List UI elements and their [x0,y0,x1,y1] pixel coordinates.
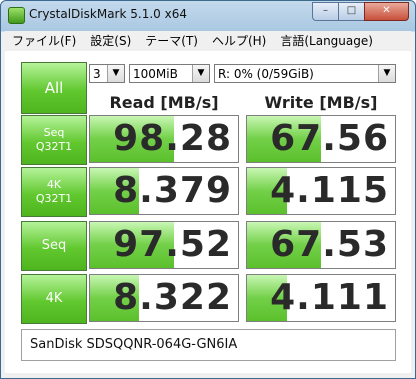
4k-q32t1-read-cell: 8.379 [89,167,239,215]
seq-q32t1-read-cell: 98.28 [89,115,239,163]
read-header: Read [MB/s] [109,93,219,112]
size-value: 100MiB [133,67,178,81]
maximize-button[interactable]: □ [338,2,365,21]
read-value: 8.322 [113,277,232,318]
4k-button[interactable]: 4K [21,274,87,324]
seq-write-cell: 67.53 [246,221,396,269]
menu-help[interactable]: ヘルプ(H) [205,31,273,50]
4k-read-cell: 8.322 [89,274,239,322]
write-value: 4.111 [270,277,389,318]
menu-file[interactable]: ファイル(F) [5,31,83,50]
window-title: CrystalDiskMark 5.1.0 x64 [29,7,187,21]
write-value: 67.53 [270,224,389,265]
menu-settings[interactable]: 設定(S) [83,31,138,50]
seq-q32t1-button[interactable]: Seq Q32T1 [21,115,87,165]
4k-write-cell: 4.111 [246,274,396,322]
seq-q32t1-write-cell: 67.56 [246,115,396,163]
chevron-down-icon: ▼ [378,65,395,82]
benchmark-panel: All 3 ▼ 100MiB ▼ R: 0% (0/59GiB) ▼ Read … [5,51,411,373]
app-icon [8,7,25,24]
row-label-2: Q32T1 [35,192,73,205]
app-window: CrystalDiskMark 5.1.0 x64 – □ ✕ ファイル(F) … [0,0,416,379]
row-label-1: Seq [41,238,67,253]
row-label-1: 4K [45,291,63,306]
row-label-2: Q32T1 [35,140,73,153]
all-button[interactable]: All [21,62,87,114]
4k-q32t1-write-cell: 4.115 [246,167,396,215]
chevron-down-icon: ▼ [107,65,124,82]
write-header: Write [MB/s] [264,93,378,112]
drive-select[interactable]: R: 0% (0/59GiB) ▼ [214,64,396,83]
read-value: 97.52 [113,224,232,265]
menu-language[interactable]: 言語(Language) [273,31,380,50]
close-button[interactable]: ✕ [364,2,409,21]
menu-theme[interactable]: テーマ(T) [138,31,205,50]
4k-q32t1-button[interactable]: 4K Q32T1 [21,167,87,217]
chevron-down-icon: ▼ [192,65,209,82]
row-label-1: 4K [46,178,62,191]
read-value: 98.28 [113,118,232,159]
title-bar[interactable]: CrystalDiskMark 5.1.0 x64 – □ ✕ [1,1,415,29]
write-value: 67.56 [270,118,389,159]
count-select[interactable]: 3 ▼ [89,64,125,83]
drive-value: R: 0% (0/59GiB) [218,67,314,81]
read-value: 8.379 [113,170,232,211]
comment-field[interactable]: SanDisk SDSQQNR-064G-GN6IA [21,329,396,361]
menu-bar: ファイル(F) 設定(S) テーマ(T) ヘルプ(H) 言語(Language) [5,31,411,50]
row-label-1: Seq [43,126,65,139]
window-controls: – □ ✕ [312,2,409,21]
size-select[interactable]: 100MiB ▼ [129,64,210,83]
count-value: 3 [93,67,101,81]
minimize-button[interactable]: – [312,2,339,21]
write-value: 4.115 [270,170,389,211]
seq-read-cell: 97.52 [89,221,239,269]
seq-button[interactable]: Seq [21,221,87,271]
